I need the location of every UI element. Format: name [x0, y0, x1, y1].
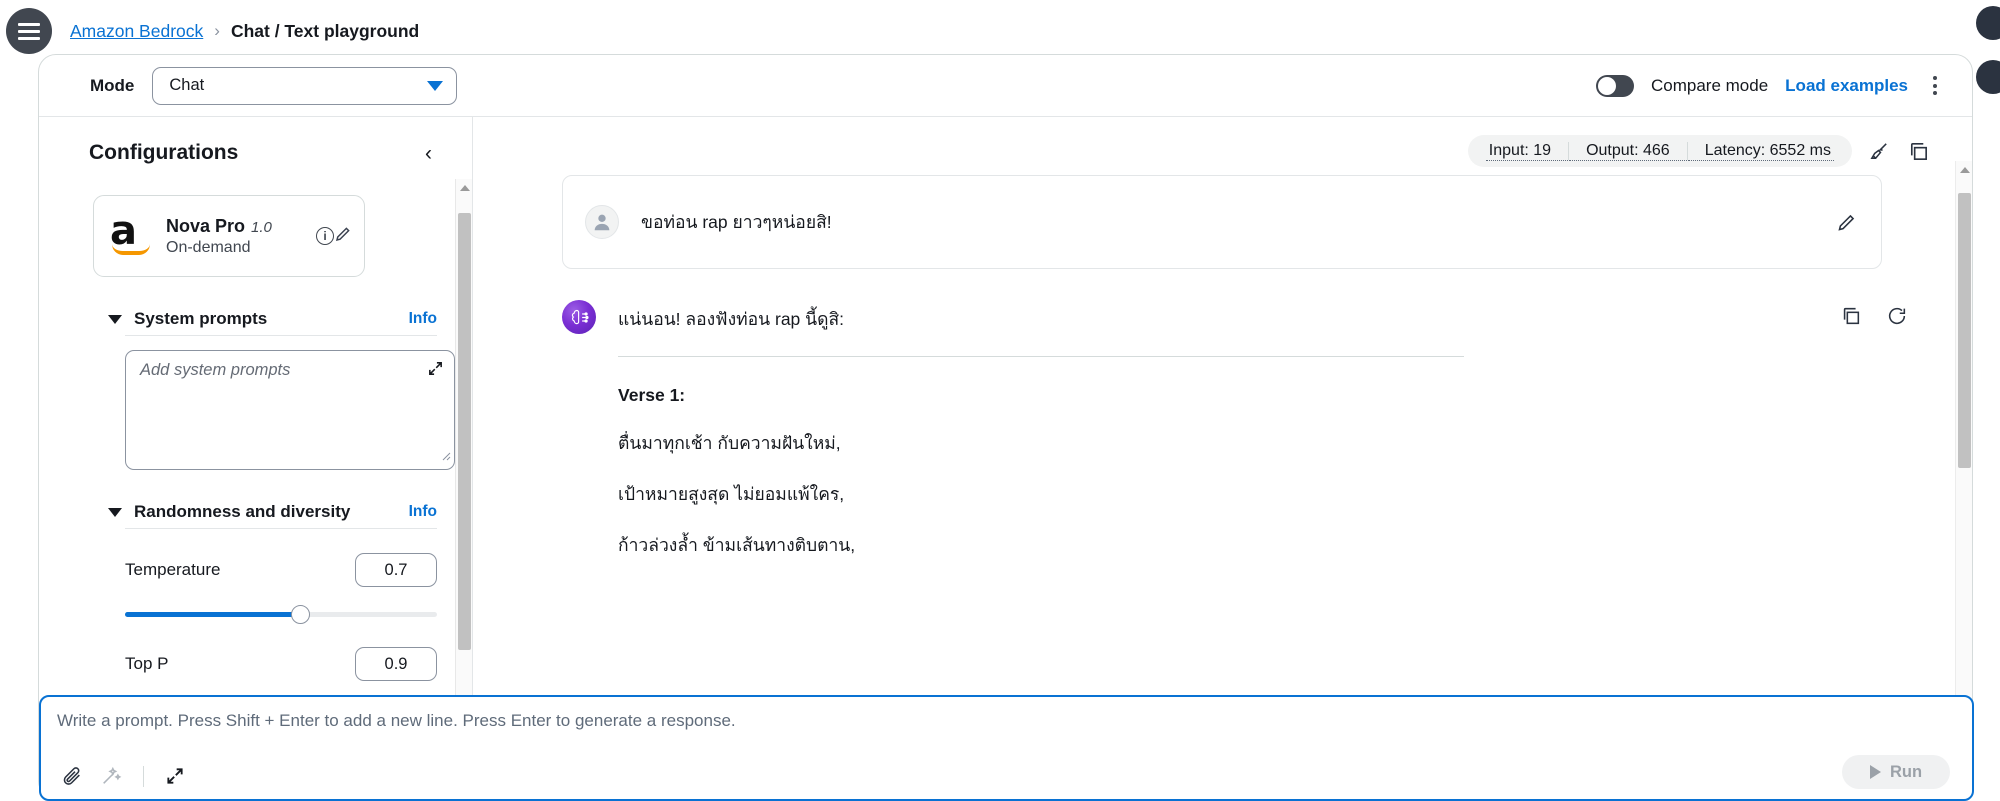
- breadcrumb: Amazon Bedrock › Chat / Text playground: [70, 21, 419, 42]
- prompt-placeholder: Write a prompt. Press Shift + Enter to a…: [57, 711, 736, 730]
- system-prompts-title: System prompts: [134, 309, 268, 328]
- top-p-row: Top P 0.9: [125, 647, 437, 681]
- divider: [618, 356, 1464, 357]
- playground-header: Mode Chat Compare mode Load examples: [39, 55, 1972, 117]
- chat-scrollbar[interactable]: [1955, 161, 1972, 733]
- hamburger-menu-icon[interactable]: [6, 8, 52, 54]
- ai-message-text: แน่นอน! ลองฟังท่อน rap นี้ดูสิ:: [618, 309, 845, 329]
- ai-message: แน่นอน! ลองฟังท่อน rap นี้ดูสิ: Verse 1:…: [562, 300, 1972, 559]
- run-button-label: Run: [1889, 762, 1923, 781]
- breadcrumb-current-page: Chat / Text playground: [230, 20, 420, 41]
- ai-model-icon: [562, 300, 596, 334]
- system-prompts-placeholder: Add system prompts: [140, 361, 291, 379]
- resize-grip-icon[interactable]: [439, 448, 451, 466]
- verse-line: ก้าวล่วงล้ำ ข้ามเส้นทางติบตาน,: [618, 535, 856, 555]
- copy-icon[interactable]: [1907, 140, 1930, 163]
- regenerate-response-icon[interactable]: [1886, 305, 1908, 327]
- mode-select-value: Chat: [169, 76, 205, 94]
- user-avatar-icon: [585, 205, 619, 239]
- system-prompts-section: System prompts Info Add system prompts: [108, 309, 455, 470]
- mode-label: Mode: [90, 75, 135, 95]
- toggle-knob: [1598, 76, 1616, 95]
- expand-icon[interactable]: [427, 360, 444, 382]
- notifications-panel-icon[interactable]: [1976, 60, 2000, 94]
- verse-title: Verse 1:: [618, 385, 686, 405]
- temperature-slider[interactable]: [125, 605, 437, 624]
- model-availability: On-demand: [166, 238, 251, 256]
- metrics-row: Input: 19 Output: 466 Latency: 6552 ms: [474, 117, 1972, 167]
- header-actions: Compare mode Load examples: [1596, 72, 1972, 99]
- edit-model-pencil-icon[interactable]: [334, 225, 352, 248]
- temperature-slider-fill: [125, 612, 300, 617]
- configurations-header: Configurations ‹: [39, 117, 472, 165]
- run-button[interactable]: Run: [1842, 755, 1950, 789]
- metric-latency: Latency: 6552 ms: [1687, 141, 1834, 161]
- system-prompts-header: System prompts Info: [108, 309, 437, 336]
- magic-wand-icon[interactable]: [100, 765, 122, 787]
- top-p-label: Top P: [125, 654, 169, 673]
- prompt-toolbar: [61, 765, 185, 787]
- toolbar-divider: [143, 765, 144, 787]
- user-message: ขอท่อน rap ยาวๆหน่อยสิ!: [562, 175, 1882, 269]
- play-icon: [1869, 765, 1881, 779]
- load-examples-link[interactable]: Load examples: [1785, 76, 1908, 96]
- model-info: Nova Pro 1.0 On-demand: [166, 216, 316, 257]
- randomness-header: Randomness and diversity Info: [108, 502, 437, 529]
- verse-line: เป้าหมายสูงสุด ไม่ยอมแพ้ใคร,: [618, 484, 845, 504]
- breadcrumb-separator-icon: ›: [214, 21, 220, 40]
- scrollbar-thumb[interactable]: [458, 213, 471, 650]
- scroll-up-arrow-icon[interactable]: [1960, 167, 1970, 173]
- verse-line: ตื่นมาทุกเช้า กับความฝันใหม่,: [618, 433, 841, 453]
- temperature-slider-thumb[interactable]: [290, 605, 310, 624]
- user-message-text: ขอท่อน rap ยาวๆหน่อยสิ!: [641, 212, 832, 232]
- temperature-label: Temperature: [125, 560, 221, 579]
- messages-list: ขอท่อน rap ยาวๆหน่อยสิ! แน่นอน! ลองฟังท่…: [474, 175, 1972, 733]
- chevron-left-icon[interactable]: ‹: [425, 143, 432, 164]
- configurations-title: Configurations: [89, 141, 239, 164]
- ai-message-actions: [1840, 300, 1908, 327]
- top-p-input[interactable]: 0.9: [355, 647, 437, 681]
- randomness-title: Randomness and diversity: [134, 502, 351, 521]
- compare-mode-toggle[interactable]: [1596, 74, 1634, 97]
- info-circle-icon[interactable]: i: [316, 227, 334, 245]
- randomness-info-link[interactable]: Info: [409, 503, 437, 521]
- breadcrumb-link-amazon-bedrock[interactable]: Amazon Bedrock: [70, 21, 203, 42]
- randomness-section: Randomness and diversity Info Temperatur…: [108, 502, 437, 718]
- metric-input: Input: 19: [1485, 141, 1569, 161]
- system-prompts-input[interactable]: Add system prompts: [125, 350, 455, 470]
- expand-prompt-icon[interactable]: [165, 766, 185, 786]
- metrics-pill: Input: 19 Output: 466 Latency: 6552 ms: [1467, 135, 1852, 167]
- top-navigation-bar: Amazon Bedrock › Chat / Text playground: [0, 0, 2000, 62]
- ai-message-body: Verse 1: ตื่นมาทุกเช้า กับความฝันใหม่, เ…: [618, 356, 1464, 559]
- scroll-up-arrow-icon[interactable]: [460, 185, 470, 191]
- model-card[interactable]: a Nova Pro 1.0 On-demand i: [93, 195, 365, 277]
- mode-select[interactable]: Chat: [152, 66, 458, 105]
- temperature-input[interactable]: 0.7: [355, 553, 437, 587]
- amazon-logo-icon: a: [110, 211, 156, 257]
- broom-icon[interactable]: [1868, 140, 1891, 163]
- temperature-row: Temperature 0.7: [125, 553, 437, 587]
- system-prompts-info-link[interactable]: Info: [409, 310, 437, 328]
- paperclip-icon[interactable]: [61, 765, 83, 787]
- scrollbar-thumb[interactable]: [1958, 193, 1971, 468]
- compare-mode-label: Compare mode: [1651, 75, 1769, 95]
- triangle-down-icon[interactable]: [108, 314, 122, 324]
- model-name: Nova Pro: [166, 215, 246, 236]
- playground-card: Mode Chat Compare mode Load examples Con…: [38, 54, 1974, 801]
- triangle-down-icon[interactable]: [108, 507, 122, 517]
- model-version: 1.0: [251, 218, 272, 236]
- kebab-menu-icon[interactable]: [1925, 72, 1945, 99]
- copy-response-icon[interactable]: [1840, 305, 1862, 327]
- ai-message-header: แน่นอน! ลองฟังท่อน rap นี้ดูสิ:: [562, 300, 1972, 334]
- chevron-down-icon: [427, 80, 444, 91]
- edit-message-pencil-icon[interactable]: [1836, 212, 1857, 233]
- metric-output: Output: 466: [1569, 141, 1687, 161]
- prompt-input-box[interactable]: Write a prompt. Press Shift + Enter to a…: [39, 695, 1974, 801]
